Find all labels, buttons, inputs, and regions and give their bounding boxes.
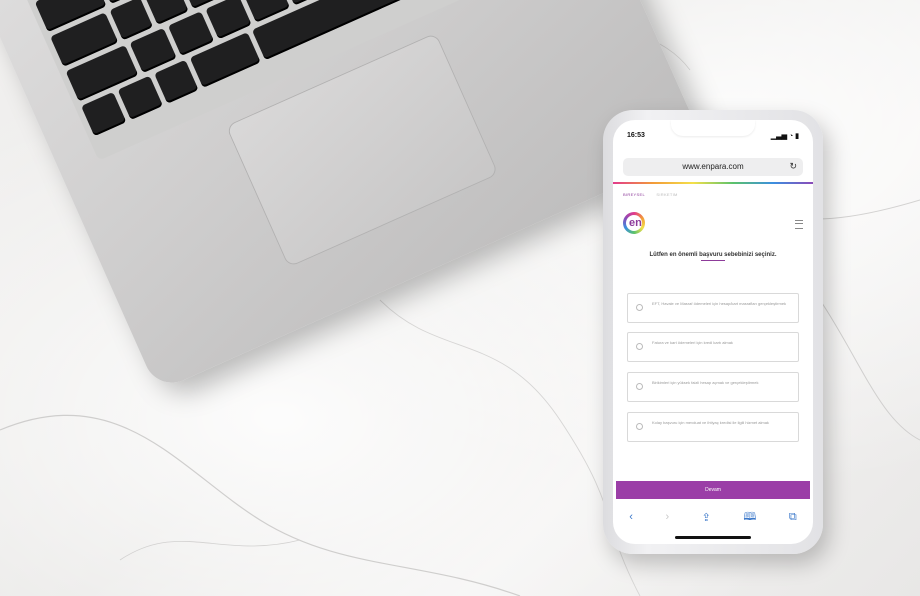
site-nav: BIREYSEL SIRKETIM	[623, 192, 688, 197]
tabs-icon[interactable]: ⧉	[789, 511, 797, 524]
option-1[interactable]: EFT, Havale ve Masraf ödemeleri için hes…	[627, 293, 799, 323]
radio-icon[interactable]	[636, 343, 643, 350]
question-heading: Lütfen en önemli başvuru sebebinizi seçi…	[633, 250, 793, 261]
browser-toolbar: ‹ › ⇪ 🕮 ⧉	[613, 504, 813, 530]
option-3-text: Birikimleri için yüksek faizli hesap açm…	[652, 380, 759, 385]
question-text: Lütfen en önemli başvuru sebebinizi seçi…	[649, 252, 777, 258]
status-time: 16:53	[627, 132, 645, 139]
smartphone: 16:53 ▁▃▅ ◔ ▮ www.enpara.com ↻ BIREYSEL …	[603, 110, 823, 554]
nav-item-sirketim[interactable]: SIRKETIM	[656, 192, 677, 197]
forward-icon[interactable]: ›	[665, 511, 669, 523]
address-bar[interactable]: www.enpara.com ↻	[623, 158, 803, 176]
hamburger-menu-icon[interactable]	[795, 220, 803, 229]
radio-icon[interactable]	[636, 383, 643, 390]
status-indicators: ▁▃▅ ◔ ▮	[770, 133, 799, 140]
option-4[interactable]: Kolay başvuru için mevduat ve ihtiyaç kr…	[627, 412, 799, 442]
logo-text: en	[629, 217, 642, 229]
question-underline	[701, 260, 725, 261]
share-icon[interactable]: ⇪	[702, 511, 711, 524]
reload-icon[interactable]: ↻	[789, 161, 797, 172]
option-2[interactable]: Fatura ve kart ödemeleri için kredi kart…	[627, 332, 799, 362]
option-2-text: Fatura ve kart ödemeleri için kredi kart…	[652, 340, 733, 345]
url-text: www.enpara.com	[682, 162, 744, 171]
phone-screen: 16:53 ▁▃▅ ◔ ▮ www.enpara.com ↻ BIREYSEL …	[613, 120, 813, 544]
enpara-logo[interactable]: en	[623, 212, 703, 234]
radio-icon[interactable]	[636, 423, 643, 430]
rainbow-stripe	[613, 182, 813, 184]
bookmarks-icon[interactable]: 🕮	[743, 508, 756, 527]
back-icon[interactable]: ‹	[629, 511, 633, 523]
option-4-text: Kolay başvuru için mevduat ve ihtiyaç kr…	[652, 420, 769, 425]
nav-item-bireysel[interactable]: BIREYSEL	[623, 192, 645, 197]
notch	[671, 120, 755, 136]
home-indicator[interactable]	[675, 536, 751, 539]
option-1-text: EFT, Havale ve Masraf ödemeleri için hes…	[652, 301, 787, 306]
radio-icon[interactable]	[636, 304, 643, 311]
option-3[interactable]: Birikimleri için yüksek faizli hesap açm…	[627, 372, 799, 402]
continue-button[interactable]: Devam	[616, 481, 810, 499]
